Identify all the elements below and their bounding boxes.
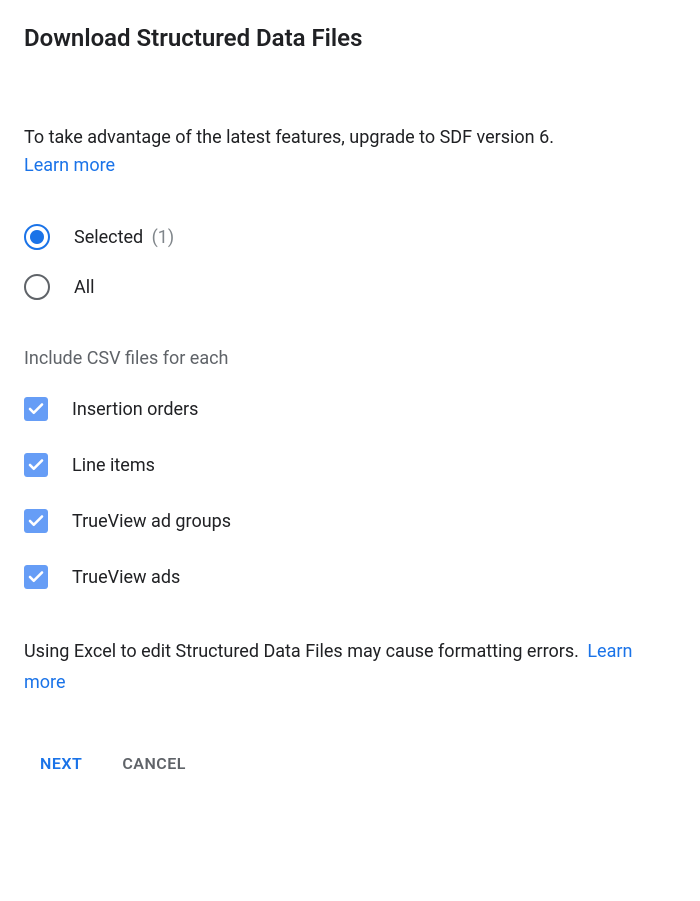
checkbox-label: TrueView ad groups [72, 511, 231, 532]
radio-dot-icon [30, 230, 44, 244]
radio-all[interactable]: All [24, 274, 676, 300]
radio-selected-label: Selected (1) [74, 227, 174, 248]
checkbox-icon-checked [24, 397, 48, 421]
check-icon [27, 568, 45, 586]
radio-selected-count: (1) [152, 227, 175, 248]
radio-icon-unselected [24, 274, 50, 300]
check-icon [27, 512, 45, 530]
upgrade-notice: To take advantage of the latest features… [24, 124, 676, 151]
include-section-label: Include CSV files for each [24, 348, 676, 369]
radio-all-label: All [74, 277, 95, 298]
checkbox-icon-checked [24, 509, 48, 533]
checkbox-insertion-orders[interactable]: Insertion orders [24, 397, 676, 421]
check-icon [27, 400, 45, 418]
checkbox-icon-checked [24, 453, 48, 477]
checkbox-label: TrueView ads [72, 567, 180, 588]
excel-warning: Using Excel to edit Structured Data File… [24, 637, 676, 698]
next-button[interactable]: NEXT [40, 746, 82, 781]
checkbox-label: Line items [72, 455, 155, 476]
checkbox-label: Insertion orders [72, 399, 198, 420]
check-icon [27, 456, 45, 474]
checkbox-trueview-ad-groups[interactable]: TrueView ad groups [24, 509, 676, 533]
dialog-title: Download Structured Data Files [24, 24, 676, 52]
include-checkbox-group: Insertion orders Line items TrueView ad … [24, 397, 676, 589]
dialog-actions: NEXT CANCEL [24, 746, 676, 781]
scope-radio-group: Selected (1) All [24, 224, 676, 300]
radio-selected[interactable]: Selected (1) [24, 224, 676, 250]
learn-more-link-upgrade[interactable]: Learn more [24, 155, 115, 176]
checkbox-trueview-ads[interactable]: TrueView ads [24, 565, 676, 589]
checkbox-line-items[interactable]: Line items [24, 453, 676, 477]
cancel-button[interactable]: CANCEL [122, 746, 186, 781]
checkbox-icon-checked [24, 565, 48, 589]
radio-icon-selected [24, 224, 50, 250]
